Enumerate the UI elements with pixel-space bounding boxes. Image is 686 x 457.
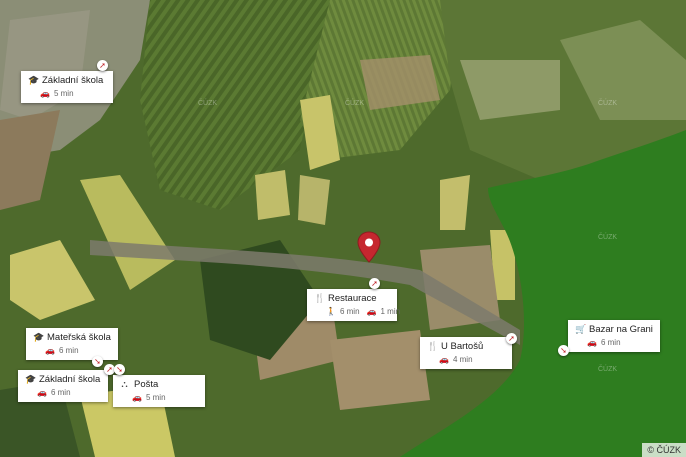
school-icon: 🎓 <box>28 75 40 85</box>
car-icon: 🚗 <box>366 307 377 316</box>
poi-card-bazar-na-granicy[interactable]: 🛒Bazar na Granicy 🚗6 min <box>568 320 660 352</box>
car-icon: 🚗 <box>587 338 597 347</box>
poi-card-u-bartosu[interactable]: 🍴 U Bartošů 🚗 4 min <box>420 337 512 369</box>
poi-card-zakladni-skola[interactable]: 🎓 Základní škola 🚗 5 min <box>21 71 113 103</box>
watermark-label: ČÚZK <box>345 100 365 107</box>
poi-title: Mateřská škola <box>47 332 111 343</box>
school-icon: 🎓 <box>25 374 37 384</box>
location-pin-icon[interactable] <box>357 231 381 263</box>
car-icon: 🚗 <box>37 388 47 397</box>
navigate-arrow-icon[interactable]: ➚ <box>97 60 108 71</box>
car-icon: 🚗 <box>40 89 50 98</box>
poi-title: U Bartošů <box>441 341 484 352</box>
restaurant-icon: 🍴 <box>427 341 439 351</box>
car-icon: 🚗 <box>132 393 142 402</box>
walk-icon: 🚶 <box>326 307 336 316</box>
poi-time: 4 min <box>452 355 473 364</box>
poi-time: 6 min <box>600 338 621 347</box>
copyright-label: © ČÚZK <box>642 443 686 457</box>
school-icon: 🎓 <box>33 332 45 342</box>
map-view[interactable]: ČÚZK ČÚZK ČÚZK ČÚZK ČÚZK 🎓 Základní škola… <box>0 0 686 457</box>
poi-card-posta[interactable]: ⛬ Pošta 🚗 5 min <box>113 375 205 407</box>
car-icon: 🚗 <box>439 355 449 364</box>
poi-card-restaurace[interactable]: 🍴 Restaurace 🚶 6 min 🚗 1 min <box>307 289 400 321</box>
poi-title: Základní škola M... <box>39 374 101 385</box>
poi-time: 5 min <box>53 89 74 98</box>
watermark-label: ČÚZK <box>198 100 218 107</box>
navigate-arrow-icon[interactable]: ➘ <box>114 364 125 375</box>
poi-title: Pošta <box>134 379 159 390</box>
post-office-icon: ⛬ <box>121 379 128 389</box>
restaurant-icon: 🍴 <box>314 293 326 303</box>
poi-title: Bazar na Granicy <box>589 324 653 335</box>
poi-time: 6 min <box>50 388 71 397</box>
watermark-label: ČÚZK <box>598 100 618 107</box>
poi-time: 5 min <box>145 393 166 402</box>
poi-time: 6 min <box>339 307 360 316</box>
car-icon: 🚗 <box>45 346 55 355</box>
navigate-arrow-icon[interactable]: ➚ <box>369 278 380 289</box>
navigate-arrow-icon[interactable]: ➘ <box>558 345 569 356</box>
poi-card-materska-skola[interactable]: 🎓 Mateřská škola 🚗 6 min <box>26 328 118 360</box>
watermark-label: ČÚZK <box>598 234 618 241</box>
poi-card-zakladni-skola-m[interactable]: 🎓Základní škola M... 🚗6 min <box>18 370 108 402</box>
watermark-label: ČÚZK <box>598 366 618 373</box>
navigate-arrow-icon[interactable]: ➚ <box>506 333 517 344</box>
poi-time: 1 min <box>380 307 401 316</box>
poi-title: Restaurace <box>328 293 377 304</box>
navigate-arrow-icon[interactable]: ➘ <box>92 356 103 367</box>
poi-time: 6 min <box>58 346 79 355</box>
poi-title: Základní škola <box>42 75 104 86</box>
cart-icon: 🛒 <box>575 324 587 334</box>
